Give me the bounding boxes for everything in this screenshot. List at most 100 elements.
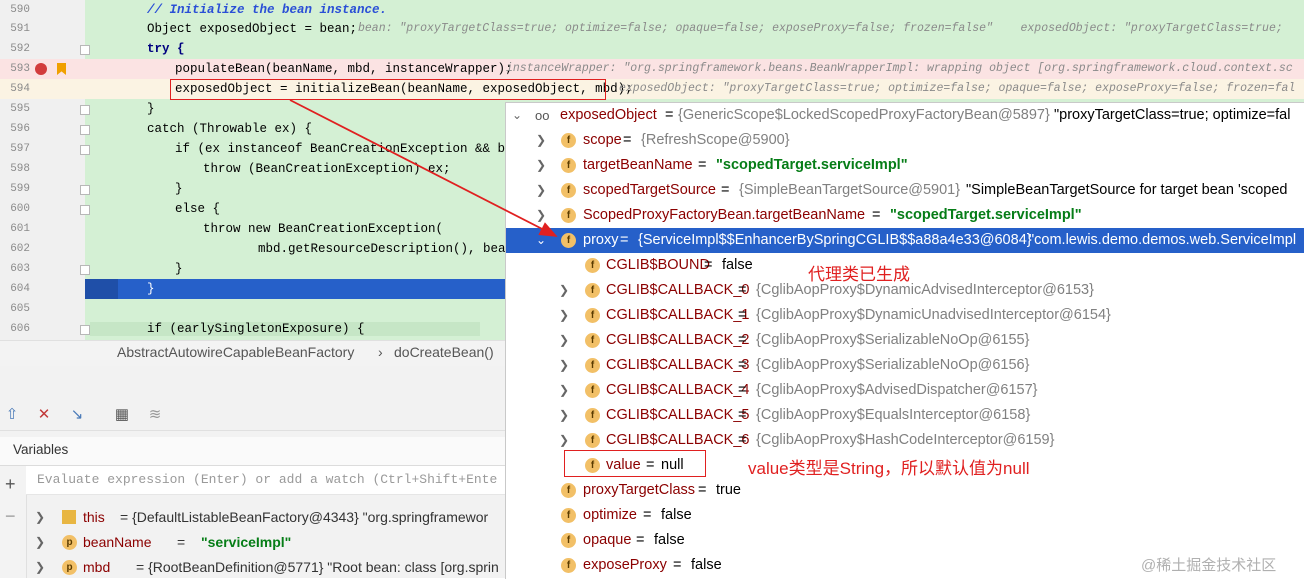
field-icon: f (561, 558, 576, 573)
chevron-right-icon[interactable]: ❯ (558, 328, 570, 353)
tree-row-scopedproxy-targetbeanname[interactable]: ❯ f ScopedProxyFactoryBean.targetBeanNam… (506, 203, 1304, 228)
field-icon: f (561, 208, 576, 223)
tree-name: exposeProxy (583, 557, 667, 573)
variable-value: = {RootBeanDefinition@5771} "Root bean: … (136, 559, 499, 575)
drop-frame-icon[interactable]: ✕ (35, 406, 53, 424)
chevron-right-icon[interactable]: ❯ (535, 203, 547, 228)
fold-marker-icon[interactable] (80, 45, 90, 55)
trace-icon[interactable]: ≋ (146, 406, 164, 424)
code-text: if (ex instanceof BeanCreationException … (175, 142, 528, 156)
tree-ref: {GenericScope$LockedScopedProxyFactoryBe… (678, 107, 1050, 123)
fold-marker-icon[interactable] (80, 205, 90, 215)
line-number: 591 (10, 23, 30, 35)
line-number: 595 (10, 103, 30, 115)
add-watch-icon[interactable]: + (5, 474, 16, 495)
chevron-right-icon[interactable]: ❯ (535, 178, 547, 203)
field-list-icon (62, 510, 76, 524)
variable-row[interactable]: ❯ p beanName = "serviceImpl" (26, 530, 505, 555)
tree-ref: {CglibAopProxy$DynamicUnadvisedIntercept… (756, 307, 1111, 323)
fold-marker-icon[interactable] (80, 145, 90, 155)
tree-name: CGLIB$CALLBACK_0 (606, 282, 750, 298)
line-number: 601 (10, 223, 30, 235)
fold-marker-icon[interactable] (80, 125, 90, 135)
step-out-icon[interactable]: ⇧ (3, 406, 21, 424)
tree-value: false (654, 532, 685, 548)
code-text: catch (Throwable ex) { (147, 122, 313, 136)
breakpoint-icon[interactable] (35, 63, 47, 75)
chevron-right-icon[interactable]: ❯ (558, 353, 570, 378)
tree-name: value (606, 457, 641, 473)
chevron-right-icon[interactable]: ❯ (535, 153, 547, 178)
code-text: if (earlySingletonExposure) { (147, 322, 365, 336)
chevron-down-icon[interactable]: ⌄ (511, 103, 523, 128)
tree-string: "scopedTarget.serviceImpl" (890, 207, 1082, 223)
highlight-box (170, 79, 606, 100)
field-icon: f (561, 533, 576, 548)
tree-row-scopedtargetsource[interactable]: ❯ f scopedTargetSource = {SimpleBeanTarg… (506, 178, 1304, 203)
tree-row-opaque[interactable]: f opaque = false (506, 528, 1304, 553)
tree-eq: = (665, 107, 674, 123)
bookmark-icon[interactable] (57, 63, 66, 75)
line-number: 600 (10, 203, 30, 215)
tree-row-targetbeanname[interactable]: ❯ f targetBeanName = "scopedTarget.servi… (506, 153, 1304, 178)
chevron-right-icon[interactable]: ❯ (558, 403, 570, 428)
chevron-right-icon[interactable]: ❯ (558, 303, 570, 328)
tree-row-cglib-callback[interactable]: ❯ f CGLIB$CALLBACK_3 = {CglibAopProxy$Se… (506, 353, 1304, 378)
tree-name: CGLIB$CALLBACK_5 (606, 407, 750, 423)
code-text: // Initialize the bean instance. (147, 3, 388, 17)
tree-row-optimize[interactable]: f optimize = false (506, 503, 1304, 528)
tree-row-cglib-callback[interactable]: ❯ f CGLIB$CALLBACK_4 = {CglibAopProxy$Ad… (506, 378, 1304, 403)
tree-value: false (722, 257, 753, 273)
code-line: 591 Object exposedObject = bean; bean: "… (0, 19, 1304, 39)
chevron-right-icon[interactable]: ❯ (34, 505, 46, 530)
code-line-current: 594 exposedObject = initializeBean(beanN… (0, 79, 1304, 100)
variable-string-value: "serviceImpl" (201, 534, 292, 550)
tree-name: targetBeanName (583, 157, 693, 173)
fold-marker-icon[interactable] (80, 105, 90, 115)
fold-marker-icon[interactable] (80, 185, 90, 195)
field-icon: f (561, 508, 576, 523)
run-to-cursor-icon[interactable]: ↘ (68, 406, 86, 424)
chevron-right-icon[interactable]: ❯ (535, 128, 547, 153)
line-number: 605 (10, 303, 30, 315)
tree-row-proxytargetclass[interactable]: f proxyTargetClass = true (506, 478, 1304, 503)
tree-ref: {CglibAopProxy$AdvisedDispatcher@6157} (756, 382, 1038, 398)
variable-row[interactable]: ❯ p mbd = {RootBeanDefinition@5771} "Roo… (26, 555, 505, 580)
tree-row-cglib-callback[interactable]: ❯ f CGLIB$CALLBACK_1 = {CglibAopProxy$Dy… (506, 303, 1304, 328)
watch-input[interactable]: Evaluate expression (Enter) or add a wat… (26, 466, 505, 495)
tree-row-proxy[interactable]: ⌄ f proxy = {ServiceImpl$$EnhancerBySpri… (506, 228, 1304, 253)
annotation-proxy-generated: 代理类已生成 (808, 265, 910, 284)
tree-eq: = (872, 207, 881, 223)
remove-watch-icon[interactable]: − (5, 506, 16, 527)
tree-eq: = (738, 407, 747, 423)
tree-tail: "com.lewis.demo.demos.web.ServiceImpl (1029, 232, 1297, 248)
tree-value: null (661, 457, 684, 473)
variable-row[interactable]: ❯ this = {DefaultListableBeanFactory@434… (26, 505, 505, 530)
breadcrumb-class[interactable]: AbstractAutowireCapableBeanFactory (117, 344, 354, 360)
tree-row-exposedobject[interactable]: ⌄ oo exposedObject = {GenericScope$Locke… (506, 103, 1304, 128)
tree-eq: = (738, 382, 747, 398)
tree-name: CGLIB$CALLBACK_2 (606, 332, 750, 348)
chevron-right-icon[interactable]: ❯ (558, 278, 570, 303)
chevron-right-icon[interactable]: ❯ (558, 378, 570, 403)
inline-debug-hint: bean: "proxyTargetClass=true; optimize=f… (358, 22, 1283, 35)
tree-row-scope[interactable]: ❯ f scope = {RefreshScope@5900} (506, 128, 1304, 153)
fold-marker-icon[interactable] (80, 265, 90, 275)
fold-marker-icon[interactable] (80, 325, 90, 335)
breadcrumb-method[interactable]: doCreateBean() (394, 344, 494, 360)
code-text: else { (175, 202, 221, 216)
evaluate-expression-icon[interactable]: ▦ (113, 406, 131, 424)
chevron-right-icon[interactable]: ❯ (34, 530, 46, 555)
tree-value: false (691, 557, 722, 573)
variable-name: beanName (83, 534, 152, 550)
tree-ref: {SimpleBeanTargetSource@5901} (739, 182, 961, 198)
annotation-value-note: value类型是String，所以默认值为null (748, 459, 1030, 478)
inline-debug-hint: exposedObject: "proxyTargetClass=true; o… (619, 82, 1296, 95)
tree-row-cglib-callback[interactable]: ❯ f CGLIB$CALLBACK_5 = {CglibAopProxy$Eq… (506, 403, 1304, 428)
chevron-right-icon[interactable]: ❯ (34, 555, 46, 580)
tree-tail: "proxyTargetClass=true; optimize=fal (1054, 107, 1291, 123)
variables-header: Variables (0, 437, 505, 466)
tree-row-cglib-callback[interactable]: ❯ f CGLIB$CALLBACK_2 = {CglibAopProxy$Se… (506, 328, 1304, 353)
line-number: 592 (10, 43, 30, 55)
chevron-down-icon[interactable]: ⌄ (535, 228, 547, 253)
